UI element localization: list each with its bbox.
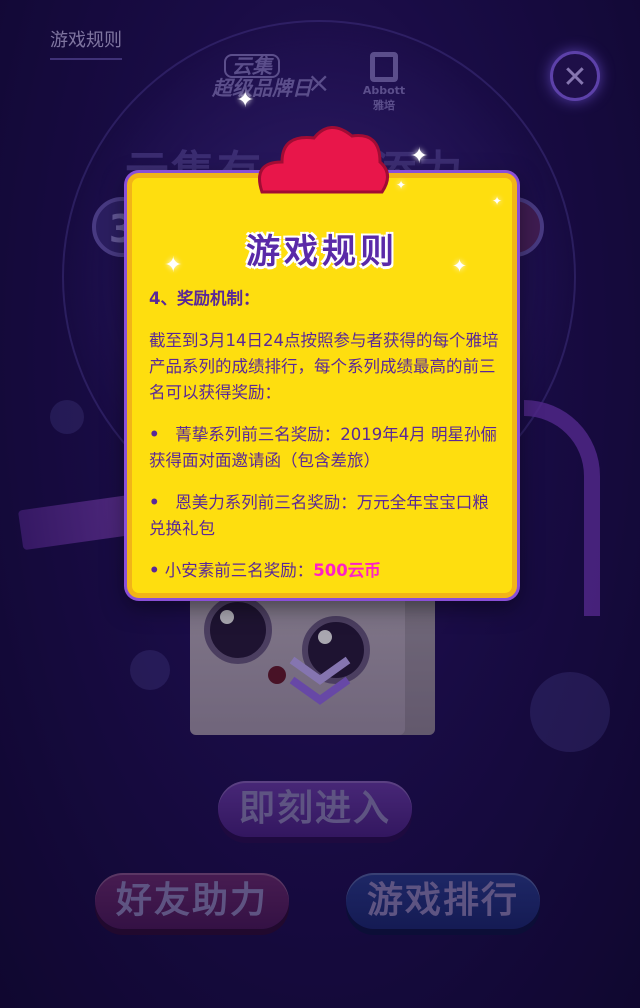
friend-help-button[interactable]: 好友助力: [95, 873, 289, 929]
rules-link[interactable]: 游戏规则: [50, 26, 122, 60]
bullet: •: [149, 425, 160, 444]
nose: [268, 666, 286, 684]
section-heading: 4、奖励机制：: [149, 289, 260, 308]
collab-cross: ×: [307, 66, 331, 99]
chevron-down-icon[interactable]: [288, 650, 352, 710]
decor-ribbon: [524, 400, 600, 616]
rules-modal: 游戏规则 4、奖励机制： 截至到3月14日24点按照参与者获得的每个雅培产品系列…: [127, 173, 517, 598]
sparkle-icon: ✦: [164, 253, 183, 278]
sparkle-icon: ✦: [452, 256, 468, 277]
reward-highlight: 500云币: [313, 561, 381, 580]
rules-intro: 截至到3月14日24点按照参与者获得的每个雅培产品系列的成绩排行，每个系列成绩最…: [149, 331, 499, 402]
sparkle-icon: ✦: [410, 144, 429, 169]
sparkle-icon: ✦: [492, 194, 503, 208]
abbott-mark-icon: [370, 52, 398, 82]
bullet: •: [149, 561, 160, 580]
abbott-en: Abbott: [362, 84, 406, 97]
reward-item: • 小安素前三名奖励：500云币: [149, 558, 504, 584]
close-icon: ✕: [562, 60, 588, 95]
game-page: 游戏规则 云集 超级品牌日 × Abbott 雅培 ✕ 云集有 雅培添力 3 即…: [0, 0, 640, 1008]
decor-bubble: [530, 672, 610, 752]
reward-item: • 菁挚系列前三名奖励：2019年4月 明星孙俪获得面对面邀请函（包含差旅）: [149, 422, 504, 474]
yunji-logo-sub: 超级品牌日: [212, 76, 312, 100]
sparkle-icon: ✦: [396, 178, 407, 192]
reward-text: 恩美力系列前三名奖励：万元全年宝宝口粮兑换礼包: [149, 493, 489, 538]
decor-bubble: [50, 400, 84, 434]
bullet: •: [149, 493, 160, 512]
sparkle-icon: ✦: [236, 88, 255, 113]
abbott-cn: 雅培: [373, 99, 395, 112]
enter-button[interactable]: 即刻进入: [218, 781, 412, 837]
game-rank-button[interactable]: 游戏排行: [346, 873, 540, 929]
reward-text: 小安素前三名奖励：: [164, 561, 314, 580]
left-eye: [204, 596, 272, 664]
cloud-icon: [258, 126, 389, 194]
yunji-logo: 云集 超级品牌日: [212, 54, 312, 98]
rules-body: 4、奖励机制： 截至到3月14日24点按照参与者获得的每个雅培产品系列的成绩排行…: [149, 286, 504, 600]
reward-item: • 恩美力系列前三名奖励：万元全年宝宝口粮兑换礼包: [149, 490, 504, 542]
reward-text: 菁挚系列前三名奖励：2019年4月 明星孙俪获得面对面邀请函（包含差旅）: [149, 425, 498, 470]
yunji-logo-mark: 云集: [224, 54, 280, 78]
abbott-logo: Abbott 雅培: [360, 52, 408, 113]
close-button[interactable]: ✕: [550, 51, 600, 101]
decor-bubble: [130, 650, 170, 690]
